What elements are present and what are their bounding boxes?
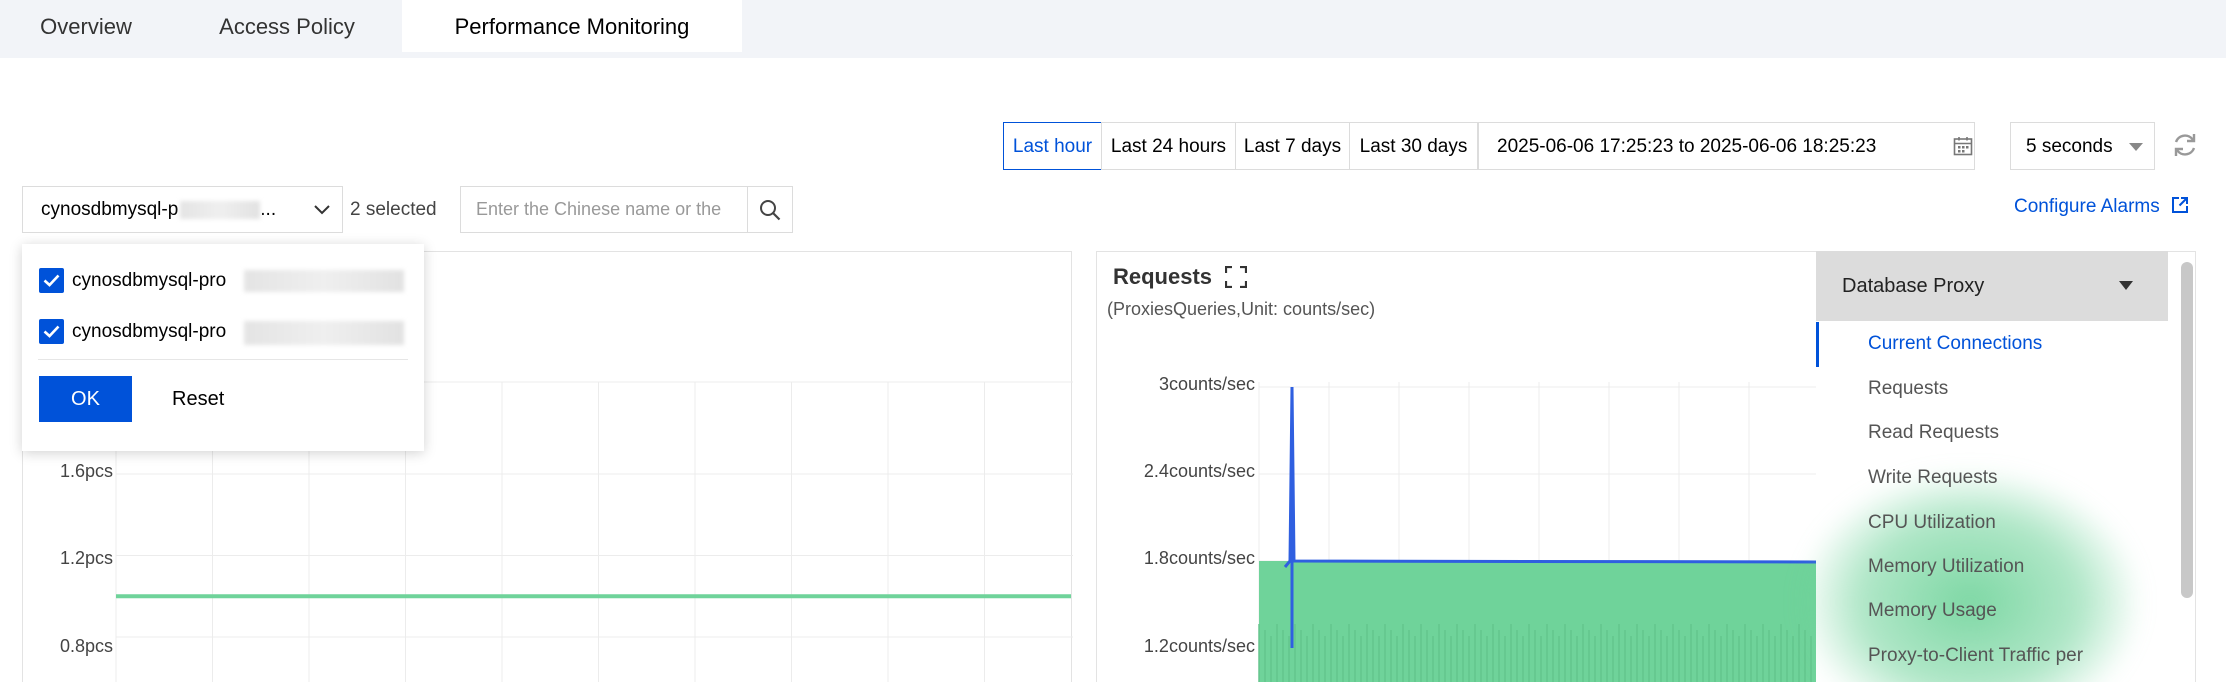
time-last-hour-button[interactable]: Last hour [1003,122,1102,170]
configure-alarms-label: Configure Alarms [2014,196,2160,217]
check-icon [43,325,60,338]
tab-overview[interactable]: Overview [0,0,172,52]
metric-menu-header-label: Database Proxy [1842,275,1985,297]
search-input[interactable] [460,186,748,233]
series-line [1283,386,1818,568]
instance-checkbox-1[interactable] [39,268,64,293]
menu-active-indicator [1816,322,1819,367]
ok-button[interactable]: OK [39,376,132,422]
instance-option-label: cynosdbmysql-pro [72,321,227,342]
requests-y-tick: 1.2counts/sec [1143,636,1255,656]
caret-down-icon [2129,143,2143,151]
date-range-picker[interactable]: 2025-06-06 17:25:23 to 2025-06-06 18:25:… [1478,122,1975,170]
metric-menu-scrollbar[interactable] [2181,262,2193,598]
popup-divider [38,359,408,360]
check-icon [43,274,60,287]
instance-option-label: cynosdbmysql-pro [72,270,227,291]
refresh-interval-select[interactable]: 5 seconds [2010,122,2155,170]
instance-select-ellipsis: ... [260,199,277,220]
instance-checkbox-2[interactable] [39,319,64,344]
menu-item-requests[interactable]: Requests [1868,378,1948,400]
time-last-30-days-button[interactable]: Last 30 days [1349,122,1478,170]
menu-item-cpu-utilization[interactable]: CPU Utilization [1868,512,1996,534]
instance-select[interactable]: cynosdbmysql-p... [22,186,343,233]
external-link-icon [2172,197,2189,213]
reset-button[interactable]: Reset [172,376,224,422]
left-y-tick: 1.6pcs [59,461,113,481]
tab-performance-monitoring[interactable]: Performance Monitoring [402,0,742,52]
requests-y-tick: 3counts/sec [1158,374,1255,394]
configure-alarms-link[interactable]: Configure Alarms [2014,196,2189,218]
chevron-down-icon [314,205,330,215]
tab-access-policy[interactable]: Access Policy [172,0,402,52]
left-y-tick: 1.2pcs [59,548,113,568]
menu-item-proxy-to-client-traffic[interactable]: Proxy-to-Client Traffic per [1868,645,2083,667]
menu-item-memory-utilization[interactable]: Memory Utilization [1868,556,2024,578]
left-y-tick: 0.8pcs [59,636,113,656]
instance-select-blurred-name [180,200,261,219]
calendar-icon [1953,137,1973,156]
caret-down-icon [2119,281,2133,290]
menu-item-current-connections[interactable]: Current Connections [1868,333,2042,355]
selected-count: 2 selected [350,199,437,220]
requests-y-tick: 1.8counts/sec [1143,548,1255,568]
date-range-text: 2025-06-06 17:25:23 to 2025-06-06 18:25:… [1497,136,1877,157]
requests-chart-marks [1258,386,1818,682]
search-icon [760,199,781,220]
refresh-icon[interactable] [2171,131,2199,159]
menu-item-write-requests[interactable]: Write Requests [1868,467,1998,489]
time-last-24-hours-button[interactable]: Last 24 hours [1101,122,1236,170]
refresh-interval-value: 5 seconds [2026,136,2113,157]
menu-item-memory-usage[interactable]: Memory Usage [1868,600,1997,622]
requests-y-tick: 2.4counts/sec [1143,461,1255,481]
metric-menu-header[interactable]: Database Proxy [1816,251,2168,321]
time-last-7-days-button[interactable]: Last 7 days [1235,122,1350,170]
search-button[interactable] [747,186,793,233]
menu-item-read-requests[interactable]: Read Requests [1868,422,1999,444]
instance-option-blurred-name [244,321,404,345]
instance-select-text: cynosdbmysql-p [41,199,179,220]
instance-option-blurred-name [244,270,404,292]
